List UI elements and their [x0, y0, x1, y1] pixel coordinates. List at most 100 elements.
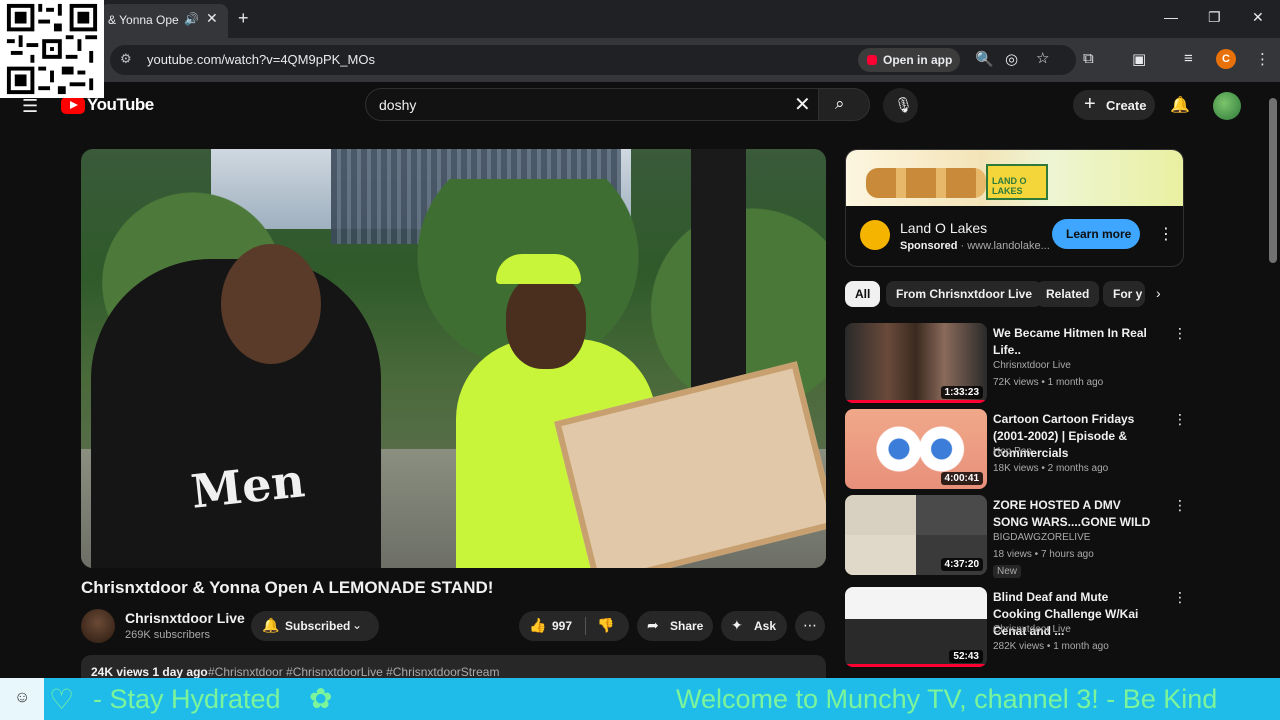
ad-sponsored-line: Sponsored · www.landolake...: [900, 240, 1050, 252]
ad-product-label: LAND O LAKES: [992, 176, 1027, 196]
more-vert-icon[interactable]: ⋮: [1173, 325, 1187, 342]
rec-channel[interactable]: Chrisnxtdoor Live: [993, 360, 1071, 371]
mic-icon: 🎙: [894, 97, 914, 114]
thumbs-up-icon[interactable]: 👍: [529, 617, 546, 634]
create-button[interactable]: + Create: [1073, 90, 1155, 120]
open-in-app-button[interactable]: Open in app: [858, 48, 960, 72]
chip-for-you[interactable]: For y: [1103, 281, 1145, 307]
ticker-logo: ☺: [0, 678, 44, 720]
thumbs-down-icon[interactable]: 👎: [597, 617, 614, 634]
views-date: 24K views 1 day ago: [91, 665, 208, 679]
ad-brand-logo[interactable]: [860, 220, 890, 250]
ad-pastry-image: [866, 168, 986, 198]
rec-meta: 18 views • 7 hours ago: [993, 549, 1094, 560]
video-player[interactable]: Men: [81, 149, 826, 568]
rec-channel[interactable]: Chrisnxtdoor Live: [993, 624, 1071, 635]
more-vert-icon[interactable]: ⋮: [1173, 589, 1187, 606]
scrollbar-thumb[interactable]: [1269, 98, 1277, 263]
ask-button[interactable]: ✦ Ask: [721, 611, 787, 641]
plus-icon: +: [1084, 93, 1096, 115]
chip-from-channel[interactable]: From Chrisnxtdoor Live: [886, 281, 1043, 307]
share-button[interactable]: ➦ Share: [637, 611, 713, 641]
new-tab-icon[interactable]: +: [238, 8, 249, 29]
chip-all[interactable]: All: [845, 281, 881, 307]
ad-banner-image[interactable]: LAND O LAKES: [846, 150, 1183, 206]
duration-badge: 4:37:20: [940, 558, 983, 571]
sparkle-icon: ✦: [731, 617, 743, 633]
ticker-logo-icon: ☺: [14, 689, 31, 706]
stream-ticker-banner: ☺ ♡ - Stay Hydrated ✿ Welcome to Munchy …: [0, 678, 1280, 720]
youtube-logo-icon[interactable]: [61, 97, 85, 114]
minimize-icon[interactable]: —: [1164, 9, 1178, 25]
sponsored-ad-card[interactable]: LAND O LAKES Land O Lakes Sponsored · ww…: [845, 149, 1184, 267]
search-button[interactable]: ⌕: [818, 88, 870, 121]
chip-related[interactable]: Related: [1036, 281, 1100, 307]
clover-icon: ✿: [309, 683, 333, 714]
more-horiz-icon: ⋯: [803, 617, 817, 633]
site-info-icon[interactable]: ⚙: [120, 51, 132, 67]
bell-icon: 🔔: [262, 617, 280, 633]
list-item[interactable]: 52:43 Blind Deaf and Mute Cooking Challe…: [845, 587, 1187, 667]
ad-menu-icon[interactable]: ⋮: [1158, 224, 1174, 244]
watch-progress: [845, 400, 987, 403]
chevron-right-icon[interactable]: ›: [1156, 285, 1161, 301]
list-item[interactable]: 4:00:41 Cartoon Cartoon Fridays (2001-20…: [845, 409, 1187, 489]
sidebar-icon[interactable]: ▣: [1132, 50, 1146, 68]
rec-channel[interactable]: Hop Pop: [993, 446, 1032, 457]
maximize-icon[interactable]: ❐: [1208, 9, 1221, 26]
more-actions-button[interactable]: ⋯: [795, 611, 825, 641]
ad-sponsored-label: Sponsored: [900, 240, 958, 252]
browser-menu-icon[interactable]: ⋮: [1255, 50, 1270, 68]
learn-more-button[interactable]: Learn more: [1052, 219, 1140, 249]
like-count[interactable]: 997: [552, 619, 572, 633]
more-vert-icon[interactable]: ⋮: [1173, 497, 1187, 514]
hashtags[interactable]: #Chrisnxtdoor #ChrisnxtdoorLive #Chrisnx…: [208, 665, 499, 679]
search-query: doshy: [379, 97, 417, 113]
browser-tab[interactable]: & Yonna Ope 🔊 ✕: [100, 4, 228, 38]
more-vert-icon[interactable]: ⋮: [1173, 411, 1187, 428]
ask-label: Ask: [754, 619, 777, 633]
create-label: Create: [1106, 98, 1147, 113]
video-frame-head-2: [506, 274, 586, 369]
window-close-icon[interactable]: ✕: [1252, 9, 1264, 26]
ad-brand-name[interactable]: Land O Lakes: [900, 220, 987, 236]
account-avatar[interactable]: [1213, 92, 1241, 120]
rec-channel[interactable]: BIGDAWGZORELIVE: [993, 532, 1090, 543]
profile-avatar[interactable]: C: [1216, 49, 1236, 69]
tab-title: & Yonna Ope: [108, 13, 179, 27]
qr-code-image: [0, 0, 104, 98]
search-input[interactable]: doshy ✕: [365, 88, 819, 121]
voice-search-button[interactable]: 🎙: [883, 88, 918, 123]
speaker-icon[interactable]: 🔊: [184, 12, 199, 26]
video-frame-head-1: [221, 244, 321, 364]
youtube-app-icon: [867, 55, 877, 65]
subscribed-button[interactable]: 🔔 Subscribed ⌄: [251, 611, 379, 641]
heart-icon: ♡: [49, 684, 75, 715]
youtube-logo-text[interactable]: YouTube: [87, 95, 154, 115]
rec-title[interactable]: ZORE HOSTED A DMV SONG WARS....GONE WILD: [993, 497, 1158, 531]
clear-search-icon[interactable]: ✕: [794, 92, 811, 117]
like-dislike-group: 👍 997 👎: [519, 611, 629, 641]
video-thumbnail[interactable]: 1:33:23: [845, 323, 987, 403]
video-title: Chrisnxtdoor & Yonna Open A LEMONADE STA…: [81, 578, 494, 597]
extensions-icon[interactable]: ⧉: [1083, 50, 1094, 67]
channel-avatar[interactable]: [81, 609, 115, 643]
notifications-bell-icon[interactable]: 🔔: [1170, 95, 1190, 115]
rec-title[interactable]: We Became Hitmen In Real Life..: [993, 325, 1158, 359]
like-divider: [585, 617, 586, 635]
list-item[interactable]: 4:37:20 ZORE HOSTED A DMV SONG WARS....G…: [845, 495, 1187, 578]
bookmark-star-icon[interactable]: ☆: [1036, 49, 1049, 67]
video-thumbnail[interactable]: 4:00:41: [845, 409, 987, 489]
tab-close-icon[interactable]: ✕: [206, 10, 218, 27]
video-thumbnail[interactable]: 4:37:20: [845, 495, 987, 575]
open-in-app-label: Open in app: [883, 53, 953, 67]
channel-name[interactable]: Chrisnxtdoor Live: [125, 610, 245, 626]
eye-off-icon[interactable]: ◎: [1005, 50, 1018, 68]
media-controls-icon[interactable]: ≡: [1184, 50, 1193, 67]
video-thumbnail[interactable]: 52:43: [845, 587, 987, 667]
guide-menu-icon[interactable]: ☰: [22, 96, 38, 117]
rec-meta: 18K views • 2 months ago: [993, 463, 1109, 474]
zoom-icon[interactable]: 🔍: [975, 50, 994, 68]
subscriber-count: 269K subscribers: [125, 629, 210, 641]
list-item[interactable]: 1:33:23 We Became Hitmen In Real Life.. …: [845, 323, 1187, 403]
